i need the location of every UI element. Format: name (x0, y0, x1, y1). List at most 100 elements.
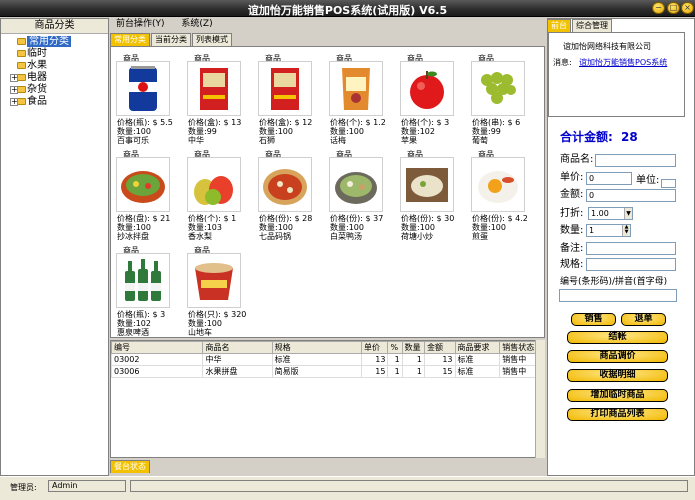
tree-node-label: 水果 (27, 60, 47, 71)
product-qty: 数量:100 (259, 127, 293, 136)
product-tile[interactable]: 商品 价格(盘): $ 21 数量:100 抄冰拌盘 (113, 145, 183, 243)
tab-front-desk[interactable]: 前台 (547, 19, 571, 32)
product-name: 葡萄 (472, 136, 488, 145)
tab-management[interactable]: 综合管理 (572, 19, 612, 32)
note-label: 备注: (560, 243, 584, 254)
column-header[interactable]: 编号 (111, 341, 204, 354)
sale-button[interactable]: 销售 (571, 313, 616, 326)
column-header[interactable]: 商品名 (202, 341, 273, 354)
tree-node-label: 食品 (27, 96, 47, 107)
fried-egg-icon[interactable] (471, 157, 525, 212)
company-name: 谊加怡网络科技有限公司 (563, 42, 651, 51)
hot-dish-icon[interactable] (258, 157, 312, 212)
maximize-icon[interactable]: □ (667, 2, 680, 14)
table-row[interactable]: 03006 水果拼盘 简易版 15 1 1 15 标准 销售中 (111, 365, 544, 378)
stepper-arrows-icon[interactable]: ▲ ▼ (622, 225, 630, 236)
table-cell: 标准 (454, 365, 501, 378)
tree-node[interactable]: + 食品 (1, 96, 108, 108)
message-label: 消息: (553, 58, 572, 67)
tab-current-category[interactable]: 当前分类 (151, 33, 191, 46)
receipt-detail-button[interactable]: 收据明细 (567, 369, 668, 382)
product-tile[interactable]: 商品 价格(个): $ 1 数量:103 香水梨 (184, 145, 254, 243)
menu-front-ops[interactable]: 前台操作(Y) (116, 18, 165, 31)
tab-list-mode[interactable]: 列表模式 (192, 33, 232, 46)
table-cell: 03002 (111, 353, 204, 366)
name-field[interactable] (595, 154, 676, 167)
tree-node-label: 常用分类 (27, 36, 71, 47)
print-list-button[interactable]: 打印商品列表 (567, 408, 668, 421)
apple-icon[interactable] (400, 61, 454, 116)
code-field[interactable] (559, 289, 677, 302)
tree-node[interactable]: + 电器 (1, 72, 108, 84)
tab-common-category[interactable]: 常用分类 (110, 33, 150, 46)
product-qty: 数量:100 (117, 127, 151, 136)
product-tile[interactable]: 商品 价格(串): $ 6 数量:99 葡萄 (468, 49, 538, 147)
add-temp-item-button[interactable]: 增加临时商品 (567, 389, 668, 402)
product-tile[interactable]: 商品 价格(瓶): $ 3 数量:102 惠泉啤酒 (113, 241, 183, 337)
return-button[interactable]: 退单 (621, 313, 666, 326)
column-header[interactable]: 规格 (271, 341, 363, 354)
grapes-icon[interactable] (471, 61, 525, 116)
soup-pot-icon[interactable] (329, 157, 383, 212)
product-tile[interactable]: 商品 价格(个): $ 1.2 数量:100 话梅 (326, 49, 396, 147)
cigarette-pack-icon[interactable] (258, 61, 312, 116)
product-name: 香水梨 (188, 232, 212, 241)
stir-fry-icon[interactable] (400, 157, 454, 212)
tree-node[interactable]: + 杂货 (1, 84, 108, 96)
name-label: 商品名: (560, 154, 594, 165)
table-cell: 15 (361, 365, 389, 378)
price-adjust-button[interactable]: 商品调价 (567, 350, 668, 363)
menu-system[interactable]: 系统(Z) (181, 18, 212, 31)
product-price: 价格(只): $ 320 (188, 310, 247, 319)
table-cell: 1 (387, 353, 403, 366)
pears-icon[interactable] (187, 157, 241, 212)
admin-value: Admin (48, 480, 126, 492)
column-header[interactable]: 商品要求 (454, 341, 501, 354)
tree-node[interactable]: 常用分类 (1, 36, 108, 48)
product-tile[interactable]: 商品 价格(份): $ 28 数量:100 七品码锅 (255, 145, 325, 243)
product-tile[interactable]: 商品 价格(份): $ 37 数量:100 白菜鸭汤 (326, 145, 396, 243)
amount-label: 金额: (560, 189, 584, 200)
folder-icon (17, 62, 26, 69)
noodle-cup-icon[interactable] (187, 253, 241, 308)
unit-field[interactable] (661, 179, 676, 188)
product-tile[interactable]: 商品 价格(份): $ 4.2 数量:100 煎蛋 (468, 145, 538, 243)
note-field[interactable] (586, 242, 676, 255)
tree-node[interactable]: 水果 (1, 60, 108, 72)
qty-label: 数量: (560, 225, 584, 236)
spec-field[interactable] (586, 258, 676, 271)
price-field[interactable]: 0 (586, 172, 632, 185)
tree-node[interactable]: 临时 (1, 48, 108, 60)
amount-field[interactable]: 0 (586, 189, 676, 202)
minimize-icon[interactable]: − (652, 2, 665, 14)
salad-bowl-icon[interactable] (116, 157, 170, 212)
product-tile[interactable]: 商品 价格(瓶): $ 5.5 数量:100 百事可乐 (113, 49, 183, 147)
table-cell: 15 (424, 365, 456, 378)
table-row[interactable]: 03002 中华 标准 13 1 1 13 标准 销售中 (111, 353, 544, 366)
product-tile[interactable]: 商品 价格(盒): $ 13 数量:99 中华 (184, 49, 254, 147)
beer-bottles-icon[interactable] (116, 253, 170, 308)
column-header[interactable]: 数量 (401, 341, 426, 354)
product-tile[interactable]: 商品 价格(只): $ 320 数量:100 山地车 (184, 241, 254, 337)
product-price: 价格(盘): $ 21 (117, 214, 171, 223)
tab-table-status[interactable]: 餐台状态 (110, 460, 150, 473)
message-link[interactable]: 谊加怡万能销售POS系统 (579, 57, 667, 68)
cigarette-pack-icon[interactable] (187, 61, 241, 116)
folder-icon (17, 86, 26, 93)
product-tile[interactable]: 商品 价格(个): $ 3 数量:102 苹果 (397, 49, 467, 147)
column-header[interactable]: 单价 (361, 341, 389, 354)
chevron-down-icon[interactable]: ▼ (624, 208, 632, 219)
column-header[interactable]: % (387, 341, 403, 354)
folder-icon (17, 38, 26, 45)
snack-bag-icon[interactable] (329, 61, 383, 116)
sales-table-scrollbar[interactable] (535, 340, 545, 458)
product-info: 价格(份): $ 28 数量:100 七品码锅 (259, 214, 312, 241)
cola-can-icon[interactable] (116, 61, 170, 116)
product-tile[interactable]: 商品 价格(份): $ 30 数量:100 荷塘小炒 (397, 145, 467, 243)
checkout-button[interactable]: 结帐 (567, 331, 668, 344)
close-icon[interactable]: × (681, 2, 694, 14)
table-cell: 1 (387, 365, 403, 378)
product-tile[interactable]: 商品 价格(盒): $ 12 数量:100 石狮 (255, 49, 325, 147)
product-price: 价格(盒): $ 12 (259, 118, 313, 127)
column-header[interactable]: 金额 (424, 341, 456, 354)
